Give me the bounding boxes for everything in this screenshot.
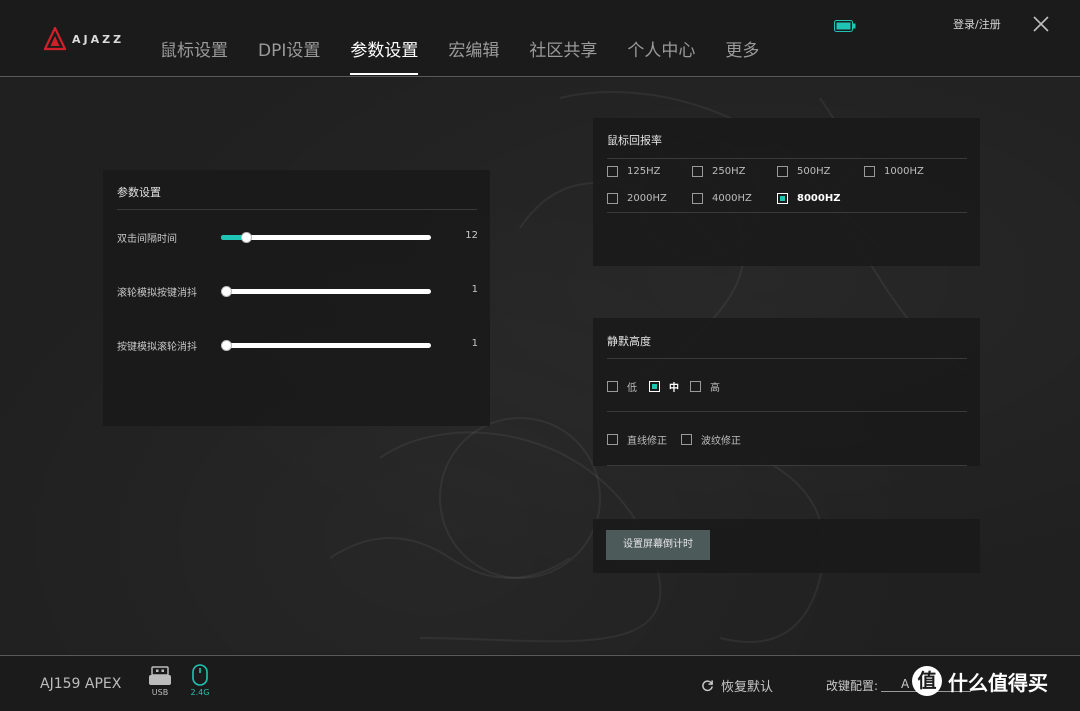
tab-parameter-settings[interactable]: 参数设置 (335, 36, 433, 76)
checkbox-icon (649, 381, 660, 392)
restore-defaults-button[interactable]: 恢复默认 (701, 676, 773, 695)
polling-option-1000hz[interactable]: 1000HZ (864, 166, 924, 177)
polling-option-2000hz[interactable]: 2000HZ (607, 193, 667, 204)
usb-label: USB (151, 688, 169, 697)
checkbox-icon (777, 166, 788, 177)
option-label: 中 (669, 383, 679, 394)
option-label: 250HZ (712, 166, 746, 177)
params-divider (117, 209, 477, 210)
params-panel: 参数设置 双击间隔时间 12 滚轮模拟按键消抖 1 按键模拟滚轮消抖 1 (103, 170, 490, 426)
checkbox-icon (681, 434, 692, 445)
wheel-debounce-slider[interactable] (221, 286, 431, 297)
header-divider (0, 76, 1080, 77)
lod-divider-bottom (607, 465, 967, 466)
checkbox-icon (607, 166, 618, 177)
main-nav: 鼠标设置 DPI设置 参数设置 宏编辑 社区共享 个人中心 更多 (145, 36, 774, 76)
polling-option-4000hz[interactable]: 4000HZ (692, 193, 752, 204)
tab-profile[interactable]: 个人中心 (612, 36, 710, 76)
wireless-label: 2.4G (190, 688, 210, 697)
checkbox-icon (607, 434, 618, 445)
slider-row-double-click: 双击间隔时间 12 (117, 228, 478, 248)
key-config-label: 改键配置: (826, 679, 879, 693)
slider-value: 1 (471, 284, 478, 295)
lod-panel: 静默高度 低 中 高 直线修正 波纹修正 (593, 318, 980, 466)
checkbox-icon (607, 193, 618, 204)
option-label: 波纹修正 (701, 436, 741, 447)
slider-label: 双击间隔时间 (117, 234, 177, 245)
slider-thumb[interactable] (221, 340, 232, 351)
option-label: 高 (710, 383, 720, 394)
tab-more[interactable]: 更多 (710, 36, 774, 76)
login-register-link[interactable]: 登录/注册 (953, 16, 1001, 32)
ripple-correction-option[interactable]: 波纹修正 (681, 432, 741, 447)
option-label: 500HZ (797, 166, 831, 177)
polling-panel-title: 鼠标回报率 (607, 134, 662, 147)
polling-divider-top (607, 158, 967, 159)
slider-label: 滚轮模拟按键消抖 (117, 288, 197, 299)
option-label: 4000HZ (712, 193, 752, 204)
checkbox-icon (607, 381, 618, 392)
lod-option-high[interactable]: 高 (690, 379, 720, 394)
brand-name: AJAZZ (72, 32, 125, 46)
polling-option-125hz[interactable]: 125HZ (607, 166, 660, 177)
key-debounce-slider[interactable] (221, 340, 431, 351)
restore-defaults-label: 恢复默认 (721, 680, 774, 695)
mouse-icon (192, 664, 208, 686)
close-icon[interactable] (1032, 15, 1050, 33)
option-label: 直线修正 (627, 436, 667, 447)
lod-divider-middle (607, 411, 967, 412)
top-bar: AJAZZ 鼠标设置 DPI设置 参数设置 宏编辑 社区共享 个人中心 更多 登… (0, 0, 1080, 76)
lod-option-medium[interactable]: 中 (649, 379, 679, 394)
polling-option-250hz[interactable]: 250HZ (692, 166, 745, 177)
slider-row-key-debounce: 按键模拟滚轮消抖 1 (117, 336, 478, 356)
slider-thumb[interactable] (241, 232, 252, 243)
watermark-text: 什么值得买 (948, 670, 1048, 695)
slider-label: 按键模拟滚轮消抖 (117, 342, 197, 353)
straight-line-correction-option[interactable]: 直线修正 (607, 432, 667, 447)
slider-value: 12 (465, 230, 478, 241)
device-model: AJ159 APEX (40, 676, 122, 692)
checkbox-icon (690, 381, 701, 392)
watermark: 值 什么值得买 (912, 666, 1048, 696)
tab-dpi-settings[interactable]: DPI设置 (243, 36, 335, 76)
battery-icon (834, 20, 856, 32)
wireless-connection[interactable]: 2.4G (188, 664, 212, 697)
tab-mouse-settings[interactable]: 鼠标设置 (145, 36, 243, 76)
polling-option-8000hz[interactable]: 8000HZ (777, 193, 840, 204)
checkbox-icon (777, 193, 788, 204)
tab-macro-editor[interactable]: 宏编辑 (433, 36, 514, 76)
lod-divider-top (607, 358, 967, 359)
slider-value: 1 (471, 338, 478, 349)
lod-panel-title: 静默高度 (607, 335, 651, 348)
refresh-icon (702, 680, 713, 692)
usb-connection[interactable]: USB (147, 666, 173, 697)
polling-rate-panel: 鼠标回报率 125HZ 250HZ 500HZ 1000HZ 2000HZ 40… (593, 118, 980, 266)
params-panel-title: 参数设置 (117, 186, 161, 199)
checkbox-icon (692, 166, 703, 177)
double-click-slider[interactable] (221, 232, 431, 243)
checkbox-icon (692, 193, 703, 204)
ajazz-logo-icon (44, 27, 66, 51)
polling-option-500hz[interactable]: 500HZ (777, 166, 830, 177)
option-label: 8000HZ (797, 193, 841, 204)
checkbox-icon (864, 166, 875, 177)
brand-logo: AJAZZ (44, 27, 124, 51)
slider-row-wheel-debounce: 滚轮模拟按键消抖 1 (117, 282, 478, 302)
watermark-logo-icon: 值 (912, 666, 942, 696)
option-label: 2000HZ (627, 193, 667, 204)
option-label: 1000HZ (884, 166, 924, 177)
option-label: 低 (627, 383, 637, 394)
usb-icon (149, 666, 171, 685)
lod-option-low[interactable]: 低 (607, 379, 637, 394)
slider-thumb[interactable] (221, 286, 232, 297)
tab-community[interactable]: 社区共享 (514, 36, 612, 76)
polling-divider-bottom (607, 212, 967, 213)
option-label: 125HZ (627, 166, 661, 177)
set-screen-countdown-button[interactable]: 设置屏幕倒计时 (606, 530, 710, 560)
